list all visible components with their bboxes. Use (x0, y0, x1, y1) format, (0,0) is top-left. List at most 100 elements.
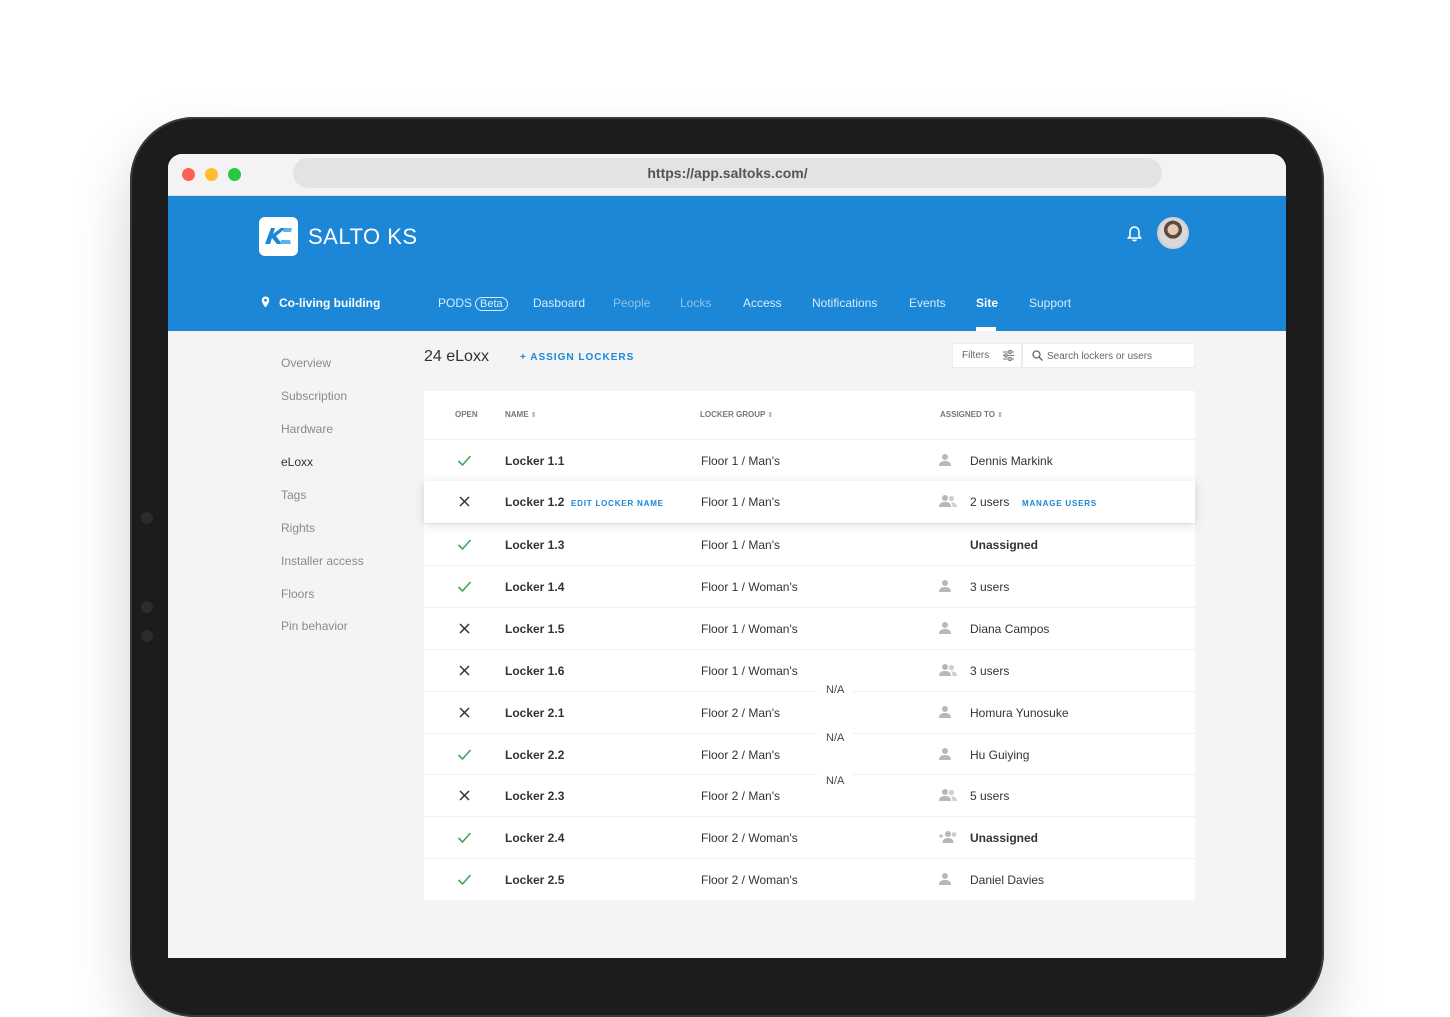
sidebar-item-hardware[interactable]: Hardware (281, 422, 333, 436)
site-selector[interactable]: Co-living building (279, 296, 380, 310)
locker-name: Locker 1.4 (505, 580, 565, 594)
assigned-to: 3 users (970, 580, 1010, 594)
sliders-icon (1003, 350, 1014, 361)
locker-name: Locker 1.5 (505, 622, 565, 636)
user-icon (938, 621, 952, 640)
search-input[interactable] (1047, 348, 1187, 364)
checkmark-icon (457, 453, 472, 473)
close-icon (457, 705, 472, 725)
camera-dot (141, 601, 153, 613)
minimize-window-button[interactable] (205, 168, 218, 181)
assigned-to: 3 users (970, 664, 1010, 678)
tab-access[interactable]: Access (743, 296, 782, 310)
locker-group: Floor 1 / Man's (701, 495, 780, 509)
ks-logo-icon (265, 228, 292, 244)
assigned-to: Diana Campos (970, 622, 1050, 636)
table-row[interactable]: Locker 1.5 Floor 1 / Woman's Diana Campos (424, 607, 1195, 649)
users-icon (938, 788, 958, 807)
header-label: LOCKER GROUP (700, 410, 766, 419)
sidebar-item-tags[interactable]: Tags (281, 488, 306, 502)
close-icon (457, 621, 472, 641)
add-user-icon (938, 830, 958, 849)
locker-name: Locker 1.1 (505, 454, 565, 468)
logo[interactable] (259, 217, 298, 256)
user-icon (938, 747, 952, 766)
column-header-assigned-to[interactable]: ASSIGNED TO ⇕ (940, 410, 1003, 419)
app-header: SALTO KS Co-living building PODS Beta Das… (168, 196, 1286, 331)
edit-locker-name-button[interactable]: EDIT LOCKER NAME (571, 499, 664, 508)
user-icon (938, 579, 952, 598)
camera-dot (141, 630, 153, 642)
checkmark-icon (457, 747, 472, 767)
table-row[interactable]: Locker 1.3 Floor 1 / Man's Unassigned (424, 523, 1195, 565)
locker-group: Floor 2 / Man's (701, 748, 780, 762)
camera-dot (141, 512, 153, 524)
table-row[interactable]: Locker 2.3 Floor 2 / Man's 5 users (424, 774, 1195, 816)
locker-name: Locker 2.2 (505, 748, 565, 762)
sidebar-item-overview[interactable]: Overview (281, 356, 331, 370)
sort-icon: ⇕ (530, 412, 537, 419)
filters-button[interactable]: Filters (952, 343, 1022, 368)
browser-window: https://app.saltoks.com/ SALTO KS Co-liv… (168, 154, 1286, 958)
checkmark-icon (457, 872, 472, 892)
locker-group: Floor 2 / Woman's (701, 873, 798, 887)
na-label: N/A (818, 681, 853, 699)
tab-people[interactable]: People (613, 296, 650, 310)
user-icon (938, 705, 952, 724)
header-label: NAME (505, 410, 529, 419)
table-row[interactable]: Locker 2.1 Floor 2 / Man's Homura Yunosuke (424, 691, 1195, 733)
checkmark-icon (457, 830, 472, 850)
browser-chrome: https://app.saltoks.com/ (168, 154, 1286, 196)
assigned-to: 5 users (970, 789, 1010, 803)
sidebar-item-floors[interactable]: Floors (281, 587, 314, 601)
avatar[interactable] (1157, 217, 1189, 249)
column-header-name[interactable]: NAME ⇕ (505, 410, 537, 419)
brand-name: SALTO KS (308, 224, 418, 249)
locker-group: Floor 1 / Woman's (701, 580, 798, 594)
locker-group: Floor 1 / Woman's (701, 622, 798, 636)
sidebar-item-rights[interactable]: Rights (281, 521, 315, 535)
header-label: ASSIGNED TO (940, 410, 995, 419)
sidebar-item-installer-access[interactable]: Installer access (281, 554, 364, 568)
tab-notifications[interactable]: Notifications (812, 296, 877, 310)
location-pin-icon (261, 296, 270, 308)
users-icon (938, 494, 958, 513)
table-row[interactable]: Locker 2.2 Floor 2 / Man's Hu Guiying (424, 733, 1195, 775)
table-row[interactable]: Locker 1.6 Floor 1 / Woman's 3 users (424, 649, 1195, 691)
na-label: N/A (818, 772, 853, 790)
locker-name: Locker 2.5 (505, 873, 565, 887)
column-header-locker-group[interactable]: LOCKER GROUP ⇕ (700, 410, 773, 419)
sort-icon: ⇕ (997, 412, 1004, 419)
locker-name: Locker 1.6 (505, 664, 565, 678)
notifications-bell-icon[interactable] (1127, 226, 1142, 242)
tab-support[interactable]: Support (1029, 296, 1071, 310)
table-row[interactable]: Locker 1.2 EDIT LOCKER NAME Floor 1 / Man'… (424, 481, 1195, 523)
sidebar-item-eloxx[interactable]: eLoxx (281, 455, 313, 469)
address-bar[interactable]: https://app.saltoks.com/ (293, 158, 1162, 188)
sidebar-item-subscription[interactable]: Subscription (281, 389, 347, 403)
maximize-window-button[interactable] (228, 168, 241, 181)
tab-label: PODS (438, 296, 473, 310)
tab-locks[interactable]: Locks (680, 296, 711, 310)
locker-name: Locker 2.3 (505, 789, 565, 803)
close-window-button[interactable] (182, 168, 195, 181)
tab-pods[interactable]: PODS Beta (438, 296, 508, 311)
locker-name: Locker 1.3 (505, 538, 565, 552)
close-icon (457, 494, 472, 514)
locker-name: Locker 2.4 (505, 831, 565, 845)
search-icon (1032, 350, 1043, 361)
table-row[interactable]: Locker 2.5 Floor 2 / Woman's Daniel Davies (424, 858, 1195, 900)
table-row[interactable]: Locker 2.4 Floor 2 / Woman's Unassigned (424, 816, 1195, 858)
tab-site[interactable]: Site (976, 296, 998, 310)
manage-users-button[interactable]: MANAGE USERS (1022, 499, 1097, 508)
assign-lockers-button[interactable]: + ASSIGN LOCKERS (520, 352, 634, 363)
locker-group: Floor 2 / Man's (701, 706, 780, 720)
table-row[interactable]: Locker 1.4 Floor 1 / Woman's 3 users (424, 565, 1195, 607)
sidebar-item-pin-behavior[interactable]: Pin behavior (281, 619, 348, 633)
table-row[interactable]: Locker 1.1 Floor 1 / Man's Dennis Markink (424, 439, 1195, 481)
locker-group: Floor 2 / Man's (701, 789, 780, 803)
tab-events[interactable]: Events (909, 296, 946, 310)
beta-badge: Beta (475, 297, 508, 311)
users-icon (938, 663, 958, 682)
tab-dashboard[interactable]: Dasboard (533, 296, 585, 310)
